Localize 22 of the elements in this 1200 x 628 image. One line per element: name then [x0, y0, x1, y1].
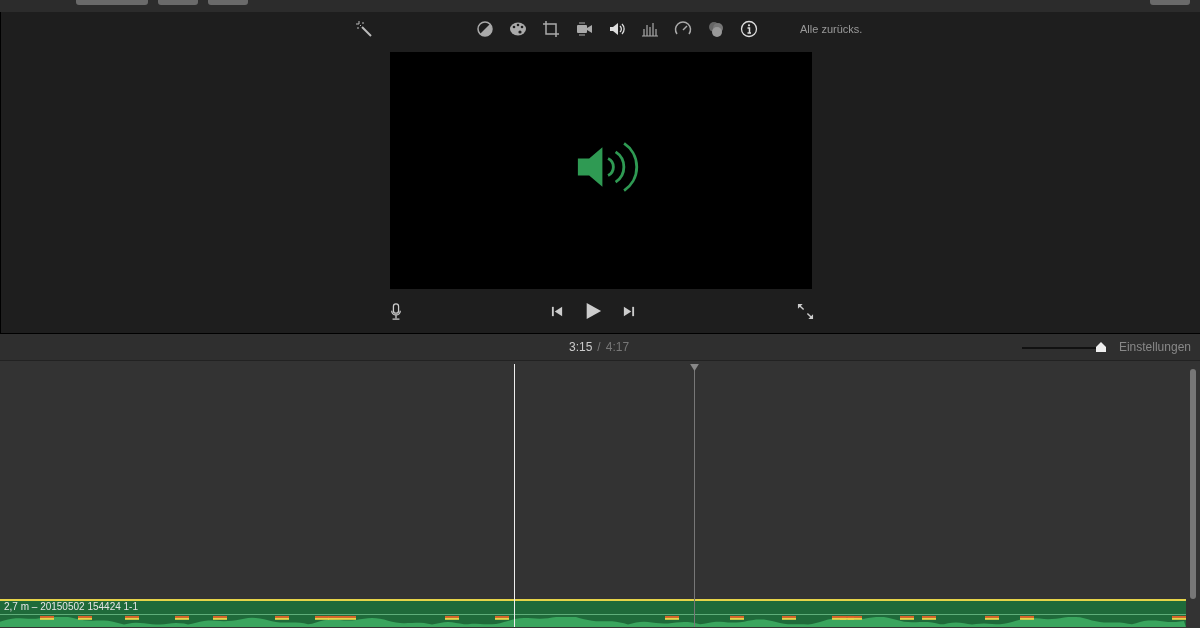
- skip-back-icon[interactable]: [550, 304, 564, 318]
- speaker-icon[interactable]: [608, 20, 626, 38]
- microphone-icon[interactable]: [389, 301, 402, 321]
- magic-wand-icon[interactable]: [355, 20, 373, 38]
- settings-button[interactable]: Einstellungen: [1118, 340, 1191, 354]
- fullscreen-icon[interactable]: [796, 302, 814, 320]
- overlapping-circles-icon[interactable]: [707, 20, 725, 38]
- color-balance-icon[interactable]: [476, 20, 494, 38]
- scrollbar[interactable]: [1190, 369, 1196, 599]
- equalizer-icon[interactable]: [641, 20, 659, 38]
- reset-all-button[interactable]: Alle zurücks.: [800, 23, 863, 35]
- slider-thumb[interactable]: [1095, 341, 1108, 353]
- palette-icon[interactable]: [509, 20, 527, 38]
- audio-clip[interactable]: 2,7 m – 20150502 154424 1-1: [0, 599, 1186, 627]
- video-camera-icon[interactable]: [575, 20, 593, 38]
- clip-label: 2,7 m – 20150502 154424 1-1: [3, 601, 139, 614]
- info-icon[interactable]: [740, 20, 758, 38]
- total-time: 4:17: [605, 340, 630, 354]
- current-time: 3:15: [569, 340, 593, 354]
- crop-icon[interactable]: [542, 20, 560, 38]
- skip-forward-icon[interactable]: [621, 304, 635, 318]
- time-separator: /: [597, 340, 601, 354]
